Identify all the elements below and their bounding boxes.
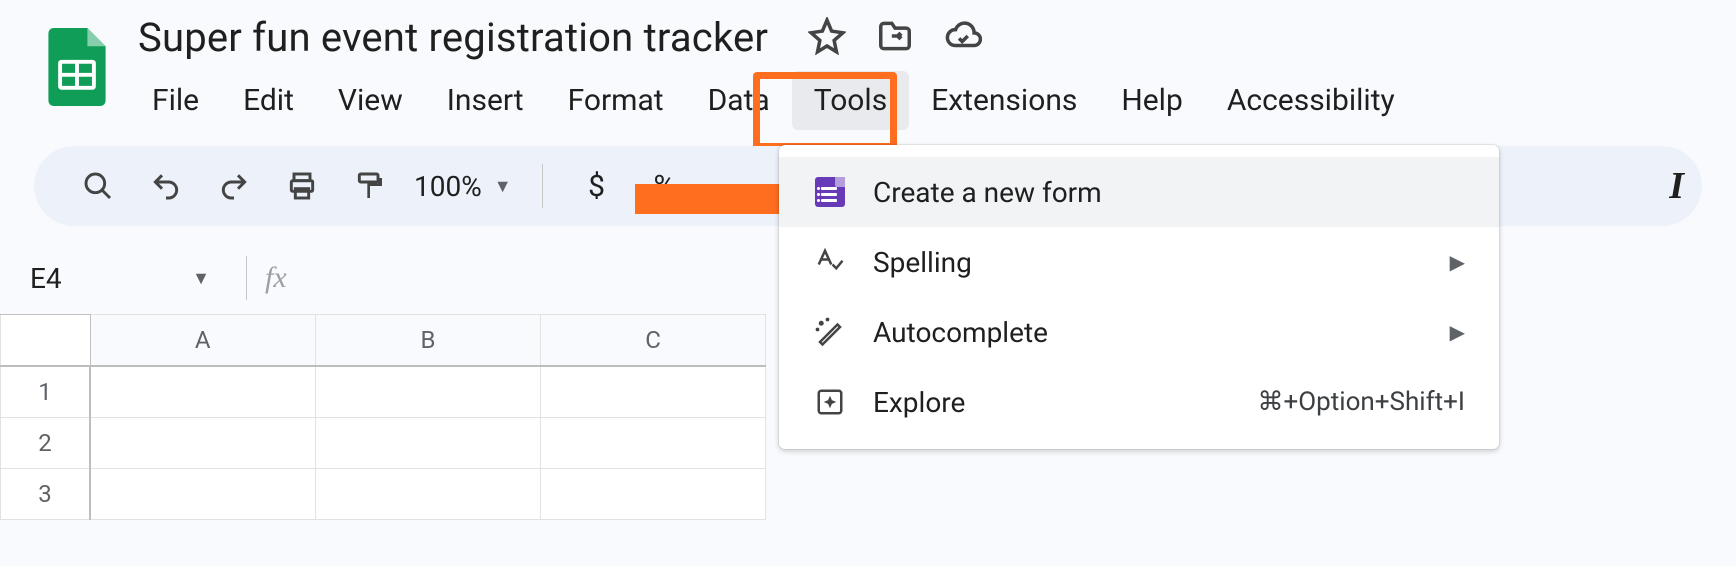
search-button[interactable] xyxy=(74,162,122,210)
dropdown-label: Create a new form xyxy=(873,176,1465,209)
undo-button[interactable] xyxy=(142,162,190,210)
star-icon[interactable] xyxy=(808,17,846,59)
zoom-value: 100% xyxy=(414,170,482,203)
menu-edit[interactable]: Edit xyxy=(221,71,316,130)
menu-data[interactable]: Data xyxy=(686,71,792,130)
print-button[interactable] xyxy=(278,162,326,210)
dropdown-label: Spelling xyxy=(873,246,1424,279)
header: Super fun event registration tracker Fil… xyxy=(0,0,1736,130)
italic-button[interactable]: I xyxy=(1669,164,1684,208)
paint-format-button[interactable] xyxy=(346,162,394,210)
select-all-corner[interactable] xyxy=(1,315,91,367)
menu-insert[interactable]: Insert xyxy=(425,71,546,130)
dropdown-item-create-form[interactable]: Create a new form xyxy=(779,157,1499,227)
cell[interactable] xyxy=(90,469,316,520)
menu-view[interactable]: View xyxy=(316,71,425,130)
menu-accessibility[interactable]: Accessibility xyxy=(1205,71,1417,130)
row-header[interactable]: 3 xyxy=(1,469,91,520)
document-title[interactable]: Super fun event registration tracker xyxy=(130,10,776,65)
zoom-select[interactable]: 100% ▼ xyxy=(414,170,512,203)
name-box[interactable]: E4 ▼ xyxy=(26,262,228,295)
column-header[interactable]: A xyxy=(90,315,316,367)
cell[interactable] xyxy=(90,418,316,469)
submenu-arrow-icon: ▶ xyxy=(1450,250,1465,274)
name-box-value: E4 xyxy=(30,262,62,295)
column-header[interactable]: B xyxy=(316,315,541,367)
menu-help[interactable]: Help xyxy=(1099,71,1204,130)
dropdown-item-spelling[interactable]: Spelling ▶ xyxy=(779,227,1499,297)
cell[interactable] xyxy=(541,469,766,520)
spreadsheet-grid[interactable]: A B C 1 2 3 xyxy=(0,314,1736,520)
menu-extensions[interactable]: Extensions xyxy=(909,71,1099,130)
menu-file[interactable]: File xyxy=(130,71,221,130)
menu-format[interactable]: Format xyxy=(546,71,686,130)
separator xyxy=(246,256,247,300)
menu-tools[interactable]: Tools xyxy=(792,71,909,130)
cell[interactable] xyxy=(316,366,541,418)
annotation-arrow xyxy=(635,184,785,214)
sheets-app-icon[interactable] xyxy=(48,28,106,106)
move-icon[interactable] xyxy=(876,17,914,59)
chevron-down-icon: ▼ xyxy=(494,176,512,197)
fx-icon: fx xyxy=(265,261,287,295)
menubar: File Edit View Insert Format Data Tools … xyxy=(130,71,1417,130)
redo-button[interactable] xyxy=(210,162,258,210)
chevron-down-icon: ▼ xyxy=(192,268,210,289)
toolbar-separator xyxy=(542,164,543,208)
cell[interactable] xyxy=(316,418,541,469)
spelling-icon xyxy=(813,245,847,279)
format-currency-button[interactable]: $ xyxy=(573,162,621,210)
row-header[interactable]: 2 xyxy=(1,418,91,469)
row-header[interactable]: 1 xyxy=(1,366,91,418)
cell[interactable] xyxy=(541,418,766,469)
cell[interactable] xyxy=(541,366,766,418)
column-header[interactable]: C xyxy=(541,315,766,367)
cell[interactable] xyxy=(90,366,316,418)
cloud-status-icon[interactable] xyxy=(944,17,982,59)
cell[interactable] xyxy=(316,469,541,520)
forms-icon xyxy=(813,175,847,209)
